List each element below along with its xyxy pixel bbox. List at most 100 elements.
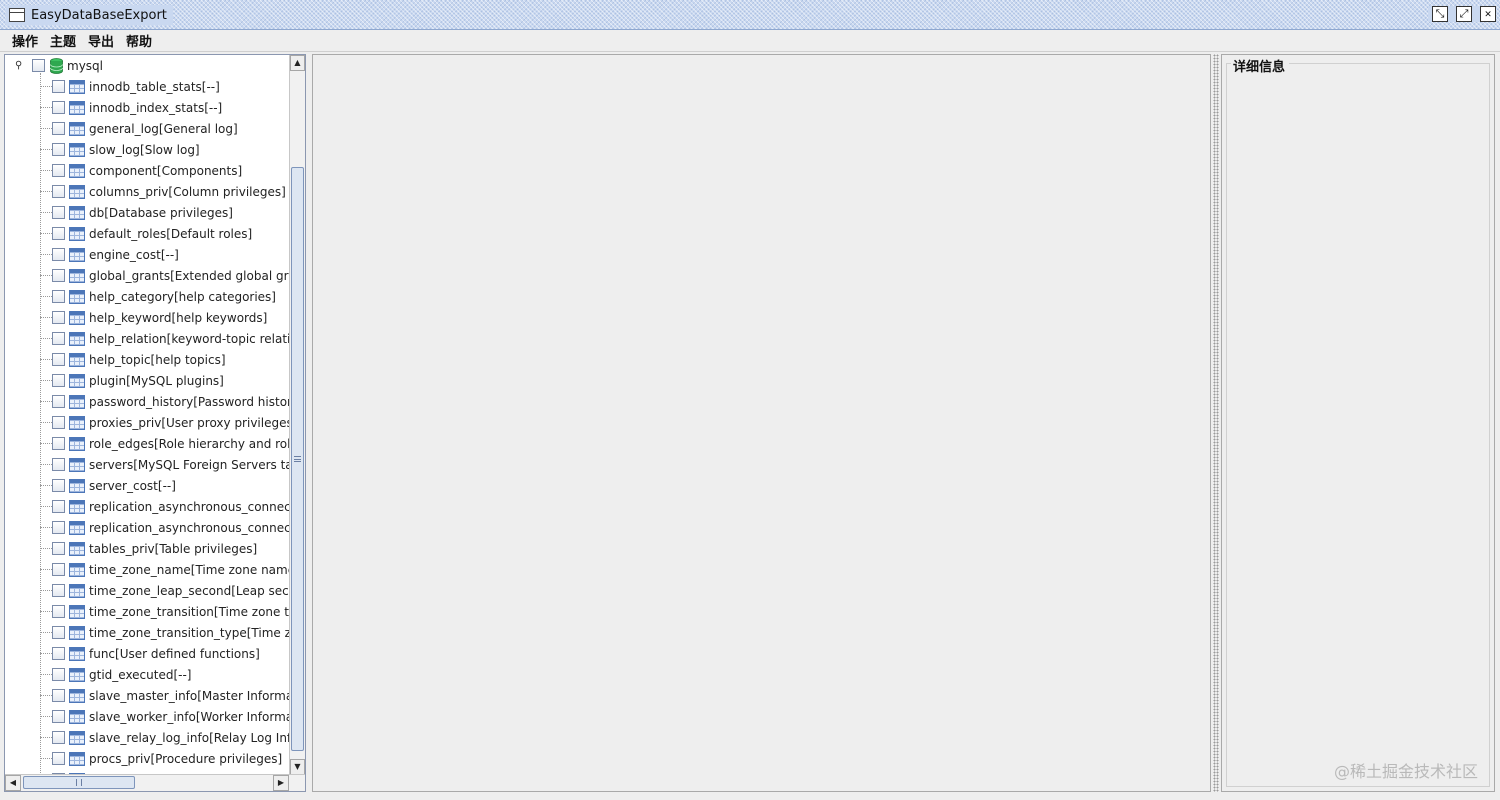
tree-item[interactable]: innodb_index_stats[--] [5, 97, 289, 118]
watermark: @稀土掘金技术社区 [1333, 762, 1478, 781]
tree-item[interactable]: innodb_table_stats[--] [5, 76, 289, 97]
vertical-scroll-thumb[interactable] [291, 167, 304, 751]
tree-horizontal-scrollbar[interactable]: ◀ ▶ [5, 774, 305, 791]
tree-item-checkbox[interactable] [52, 731, 65, 744]
tree-item-checkbox[interactable] [52, 710, 65, 723]
tree-item-checkbox[interactable] [52, 437, 65, 450]
tree-item-checkbox[interactable] [52, 752, 65, 765]
tree-item[interactable]: help_relation[keyword-topic relation] [5, 328, 289, 349]
minimize-icon[interactable]: ⤡ [1432, 6, 1448, 22]
tree-item-checkbox[interactable] [52, 563, 65, 576]
tree-item-checkbox[interactable] [52, 605, 65, 618]
tree-item[interactable]: engine_cost[--] [5, 244, 289, 265]
tree-item-checkbox[interactable] [52, 479, 65, 492]
tree-item[interactable]: slave_worker_info[Worker Information] [5, 706, 289, 727]
maximize-icon[interactable]: ⤢ [1456, 6, 1472, 22]
tree-item-checkbox[interactable] [52, 542, 65, 555]
horizontal-scroll-thumb[interactable] [23, 776, 135, 789]
root-checkbox[interactable] [32, 59, 45, 72]
tree-item-checkbox[interactable] [52, 689, 65, 702]
tree-vertical-scrollbar[interactable]: ▲ ▼ [289, 55, 305, 775]
tree-item-checkbox[interactable] [52, 416, 65, 429]
tree-item[interactable]: time_zone_name[Time zone names] [5, 559, 289, 580]
tree-item[interactable]: proxies_priv[User proxy privileges] [5, 412, 289, 433]
window-title: EasyDataBaseExport [31, 7, 167, 23]
tree-item[interactable]: component[Components] [5, 160, 289, 181]
table-icon [69, 247, 85, 262]
scroll-left-icon[interactable]: ◀ [5, 775, 21, 791]
tree-item[interactable]: role_edges[Role hierarchy and role grant… [5, 433, 289, 454]
scroll-down-icon[interactable]: ▼ [290, 759, 305, 775]
tree-item[interactable]: password_history[Password history for us… [5, 391, 289, 412]
tree-item-checkbox[interactable] [52, 458, 65, 471]
database-tree[interactable]: ⚲ mysql innodb_table_stats[--] innodb_ind… [5, 55, 289, 775]
tree-item[interactable]: help_category[help categories] [5, 286, 289, 307]
tree-item-checkbox[interactable] [52, 80, 65, 93]
table-icon [69, 457, 85, 472]
tree-item[interactable]: plugin[MySQL plugins] [5, 370, 289, 391]
tree-item-checkbox[interactable] [52, 395, 65, 408]
panel-splitter[interactable] [1213, 54, 1219, 792]
tree-item[interactable]: func[User defined functions] [5, 643, 289, 664]
scroll-right-icon[interactable]: ▶ [273, 775, 289, 791]
tree-item-checkbox[interactable] [52, 500, 65, 513]
table-icon [69, 646, 85, 661]
tree-item-checkbox[interactable] [52, 584, 65, 597]
tree-item-checkbox[interactable] [52, 668, 65, 681]
tree-item[interactable]: time_zone_leap_second[Leap seconds infor… [5, 580, 289, 601]
tree-item-checkbox[interactable] [52, 647, 65, 660]
tree-item[interactable]: slave_master_info[Master Information] [5, 685, 289, 706]
close-icon[interactable]: ✕ [1480, 6, 1496, 22]
tree-item[interactable]: time_zone_transition[Time zone transitio… [5, 601, 289, 622]
table-icon [69, 751, 85, 766]
tree-item-checkbox[interactable] [52, 185, 65, 198]
scroll-up-icon[interactable]: ▲ [290, 55, 305, 71]
tree-item-checkbox[interactable] [52, 164, 65, 177]
tree-item-checkbox[interactable] [52, 521, 65, 534]
tree-item-label: general_log[General log] [89, 121, 238, 136]
tree-item[interactable]: help_keyword[help keywords] [5, 307, 289, 328]
tree-item[interactable]: procs_priv[Procedure privileges] [5, 748, 289, 769]
tree-item-label: slave_worker_info[Worker Information] [89, 709, 289, 724]
tree-item-label: slave_master_info[Master Information] [89, 688, 289, 703]
tree-item[interactable]: tables_priv[Table privileges] [5, 538, 289, 559]
tree-item-checkbox[interactable] [52, 311, 65, 324]
tree-item[interactable]: general_log[General log] [5, 118, 289, 139]
tree-root-row[interactable]: ⚲ mysql [5, 55, 289, 76]
tree-item-checkbox[interactable] [52, 290, 65, 303]
tree-item-checkbox[interactable] [52, 143, 65, 156]
tree-item-label: time_zone_transition_type[Time zone tran… [89, 625, 289, 640]
tree-item-checkbox[interactable] [52, 374, 65, 387]
tree-item[interactable]: slave_relay_log_info[Relay Log Informati… [5, 727, 289, 748]
tree-item[interactable]: columns_priv[Column privileges] [5, 181, 289, 202]
tree-item-checkbox[interactable] [52, 101, 65, 114]
title-bar[interactable]: EasyDataBaseExport ⤡ ⤢ ✕ [0, 0, 1500, 30]
table-icon [69, 688, 85, 703]
tree-item-checkbox[interactable] [52, 206, 65, 219]
tree-item[interactable]: help_topic[help topics] [5, 349, 289, 370]
tree-item-checkbox[interactable] [52, 227, 65, 240]
tree-item[interactable]: replication_asynchronous_connection_fail… [5, 496, 289, 517]
tree-item[interactable]: replication_asynchronous_connection_fail… [5, 517, 289, 538]
collapse-handle-icon[interactable]: ⚲ [15, 60, 25, 71]
tree-item-label: global_grants[Extended global grants] [89, 268, 289, 283]
tree-item[interactable]: gtid_executed[--] [5, 664, 289, 685]
tree-item[interactable]: global_grants[Extended global grants] [5, 265, 289, 286]
tree-item-checkbox[interactable] [52, 269, 65, 282]
menu-export[interactable]: 导出 [82, 31, 120, 50]
tree-item[interactable]: default_roles[Default roles] [5, 223, 289, 244]
tree-item[interactable]: time_zone_transition_type[Time zone tran… [5, 622, 289, 643]
tree-item-checkbox[interactable] [52, 353, 65, 366]
table-icon [69, 100, 85, 115]
tree-item-checkbox[interactable] [52, 626, 65, 639]
menu-help[interactable]: 帮助 [120, 31, 158, 50]
tree-item[interactable]: server_cost[--] [5, 475, 289, 496]
tree-item-checkbox[interactable] [52, 332, 65, 345]
tree-item[interactable]: db[Database privileges] [5, 202, 289, 223]
tree-item[interactable]: slow_log[Slow log] [5, 139, 289, 160]
tree-item-checkbox[interactable] [52, 248, 65, 261]
menu-operate[interactable]: 操作 [6, 31, 44, 50]
menu-theme[interactable]: 主题 [44, 31, 82, 50]
tree-item-checkbox[interactable] [52, 122, 65, 135]
tree-item[interactable]: servers[MySQL Foreign Servers table] [5, 454, 289, 475]
